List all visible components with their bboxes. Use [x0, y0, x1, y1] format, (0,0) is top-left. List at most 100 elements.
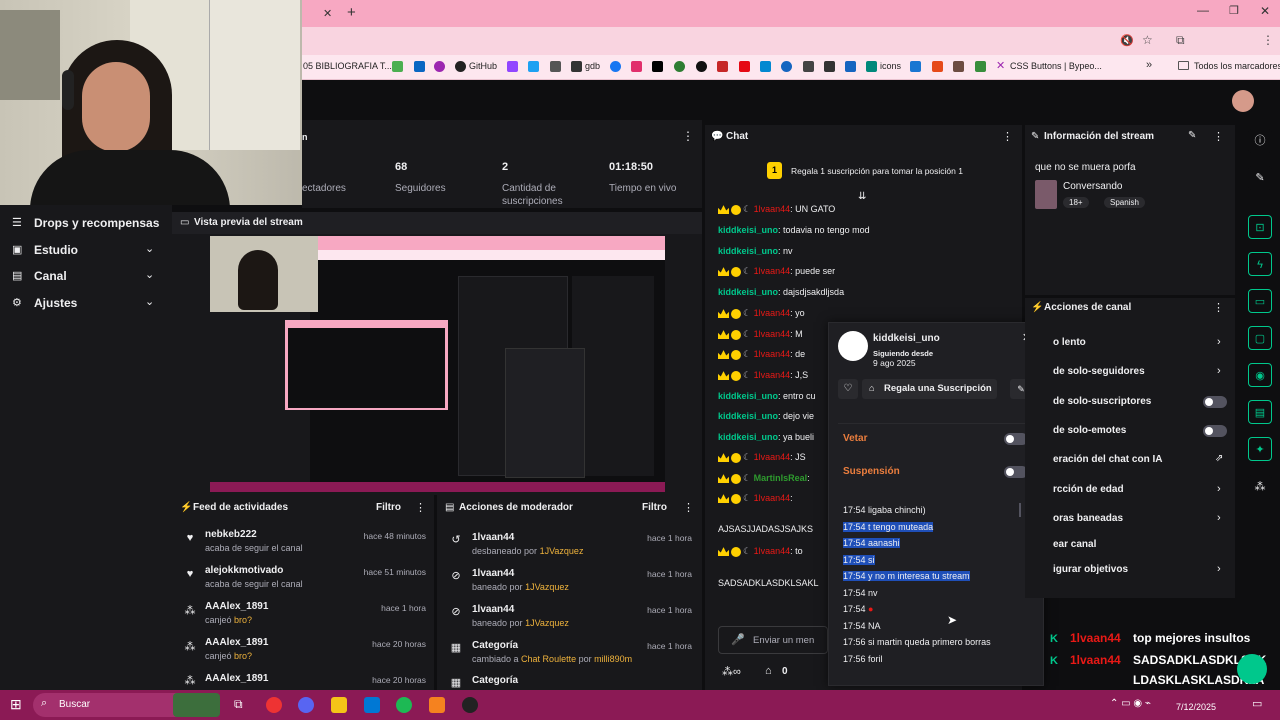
- new-tab-button[interactable]: +: [347, 4, 356, 21]
- chat-message[interactable]: ☾ 1lvaan44: puede ser: [718, 266, 835, 277]
- chat-message[interactable]: AJSASJJADASJSAJKS: [718, 524, 813, 534]
- bookmark-bibliografia[interactable]: 05 BIBLIOGRAFIA T...: [303, 61, 392, 71]
- chat-message[interactable]: kiddkeisi_uno: ya bueli: [718, 432, 814, 442]
- instagram-icon[interactable]: [631, 61, 642, 72]
- pencil-icon[interactable]: ✎: [1188, 130, 1196, 141]
- netflix-icon[interactable]: [739, 61, 750, 72]
- star-icon[interactable]: ☆: [1142, 33, 1153, 47]
- broadcast-icon[interactable]: ◉: [1248, 363, 1272, 387]
- chat-username[interactable]: MartinIsReal: [754, 473, 808, 483]
- chat-bubble-icon[interactable]: ▢: [1248, 326, 1272, 350]
- chat-username[interactable]: kiddkeisi_uno: [718, 391, 778, 401]
- stream-preview[interactable]: [210, 236, 665, 492]
- action-banned-words[interactable]: oras baneadas ›: [1025, 510, 1235, 532]
- chat-message[interactable]: kiddkeisi_uno: dejo vie: [718, 411, 814, 421]
- folder-icon[interactable]: [1178, 61, 1189, 70]
- category-name[interactable]: Conversando: [1063, 181, 1122, 192]
- facebook-icon[interactable]: [610, 61, 621, 72]
- menu-icon[interactable]: ⋮: [1262, 33, 1274, 47]
- window-close-icon[interactable]: ✕: [1260, 4, 1270, 18]
- tab-close-icon[interactable]: ✕: [323, 7, 332, 20]
- extension-icon[interactable]: ⁂: [1248, 475, 1272, 499]
- action-goals[interactable]: igurar objetivos ›: [1025, 561, 1235, 583]
- spotify-icon[interactable]: [396, 697, 412, 713]
- site-icon[interactable]: [953, 61, 964, 72]
- chat-message[interactable]: ☾ MartinIsReal:: [718, 473, 810, 484]
- chat-username[interactable]: 1lvaan44: [754, 204, 791, 214]
- more-options-icon[interactable]: ⋮: [415, 501, 426, 514]
- folder-icon[interactable]: [331, 697, 347, 713]
- chat-username[interactable]: 1lvaan44: [754, 329, 791, 339]
- sidebar-item-estudio[interactable]: ▣ Estudio ⌄: [0, 237, 172, 263]
- bookmark-css-buttons[interactable]: CSS Buttons | Bypeo...: [1010, 61, 1102, 71]
- modactions-filter-button[interactable]: Filtro: [642, 502, 667, 513]
- drive-icon[interactable]: [392, 61, 403, 72]
- lightning-icon[interactable]: ϟ: [1248, 252, 1272, 276]
- mute-icon[interactable]: 🔇: [1120, 34, 1134, 47]
- sidebar-item-ajustes[interactable]: ⚙ Ajustes ⌄: [0, 290, 172, 316]
- avatar[interactable]: [838, 331, 868, 361]
- site-icon[interactable]: [674, 61, 685, 72]
- bookmark-all[interactable]: Todos los marcadores: [1194, 61, 1280, 71]
- veto-row[interactable]: Vetar: [838, 423, 1038, 447]
- site-icon[interactable]: [434, 61, 445, 72]
- chat-message[interactable]: kiddkeisi_uno: todavia no tengo mod: [718, 225, 870, 235]
- site-icon[interactable]: [781, 61, 792, 72]
- window-maximize-icon[interactable]: ❐: [1229, 4, 1239, 17]
- tray-icons[interactable]: ⌃ ▭ ◉ ⌁: [1110, 698, 1151, 709]
- site-icon[interactable]: [866, 61, 877, 72]
- ai-icon[interactable]: ⁂∞: [722, 665, 741, 678]
- action-emotes-only[interactable]: de solo-emotes: [1025, 422, 1235, 444]
- chat-username[interactable]: kiddkeisi_uno: [718, 287, 778, 297]
- chat-message[interactable]: ☾ 1lvaan44: J,S: [718, 370, 808, 381]
- action-subs-only[interactable]: de solo-suscriptores: [1025, 393, 1235, 415]
- action-slow-mode[interactable]: o lento ›: [1025, 334, 1235, 356]
- extensions-icon[interactable]: ⧉: [1176, 33, 1185, 48]
- chat-message[interactable]: SADSADKLASDKLSAKL: [718, 578, 819, 588]
- app-icon[interactable]: [429, 697, 445, 713]
- chat-username[interactable]: 1lvaan44: [754, 370, 791, 380]
- chat-message[interactable]: kiddkeisi_uno: nv: [718, 246, 793, 256]
- chat-input[interactable]: 🎤 Enviar un men: [718, 626, 828, 654]
- scrollbar[interactable]: [1019, 503, 1021, 517]
- site-icon[interactable]: [932, 61, 943, 72]
- chat-message[interactable]: ☾ 1lvaan44: to: [718, 546, 803, 557]
- discord-icon[interactable]: [298, 697, 314, 713]
- gift-icon[interactable]: ⌂: [765, 665, 772, 677]
- chat-username[interactable]: kiddkeisi_uno: [718, 411, 778, 421]
- site-icon[interactable]: [803, 61, 814, 72]
- site-icon[interactable]: [760, 61, 771, 72]
- list-item[interactable]: ⁂ AAAlex_1891 canjeó bro? hace 1 hora: [172, 599, 434, 633]
- bookmark-github[interactable]: GitHub: [469, 61, 497, 71]
- site-icon[interactable]: [975, 61, 986, 72]
- twitch-icon[interactable]: [507, 61, 518, 72]
- windows-icon[interactable]: ⊞: [10, 696, 22, 713]
- follow-heart-button[interactable]: ♡: [838, 379, 858, 399]
- subs-only-toggle[interactable]: [1203, 396, 1227, 408]
- bookmark-icons[interactable]: icons: [880, 61, 901, 71]
- layout-icon[interactable]: ▤: [1248, 400, 1272, 424]
- action-age-restriction[interactable]: rcción de edad ›: [1025, 481, 1235, 503]
- suspend-row[interactable]: Suspensión: [838, 459, 1038, 483]
- chrome-icon[interactable]: [266, 697, 282, 713]
- site-icon[interactable]: [845, 61, 856, 72]
- css-buttons-icon[interactable]: ✕: [996, 59, 1005, 72]
- avatar[interactable]: [1232, 90, 1254, 112]
- notifications-icon[interactable]: ▭: [1252, 697, 1262, 710]
- chat-message[interactable]: ☾ 1lvaan44: UN GATO: [718, 204, 835, 215]
- chat-message[interactable]: ☾ 1lvaan44: M: [718, 329, 803, 340]
- gift-sub-button[interactable]: ⌂ Regala una Suscripción: [862, 379, 997, 399]
- hype-banner[interactable]: Regala 1 suscripción para tomar la posic…: [791, 166, 963, 176]
- action-raid-channel[interactable]: ear canal: [1025, 536, 1235, 558]
- chat-username[interactable]: 1lvaan44: [754, 546, 791, 556]
- mic-icon[interactable]: 🎤: [731, 633, 745, 646]
- vscode-icon[interactable]: [364, 697, 380, 713]
- info-icon[interactable]: ⓘ: [1248, 129, 1272, 153]
- site-icon[interactable]: [910, 61, 921, 72]
- list-item[interactable]: ↺ 1lvaan44 desbaneado por 1JVazquez hace…: [437, 530, 702, 564]
- chat-username[interactable]: 1lvaan44: [754, 266, 791, 276]
- list-item[interactable]: ▦ Categoría cambiado a Chat Roulette por…: [437, 638, 702, 672]
- site-icon[interactable]: [528, 61, 539, 72]
- chat-message[interactable]: kiddkeisi_uno: dajsdjsakdljsda: [718, 287, 844, 297]
- chat-message[interactable]: ☾ 1lvaan44: de: [718, 349, 805, 360]
